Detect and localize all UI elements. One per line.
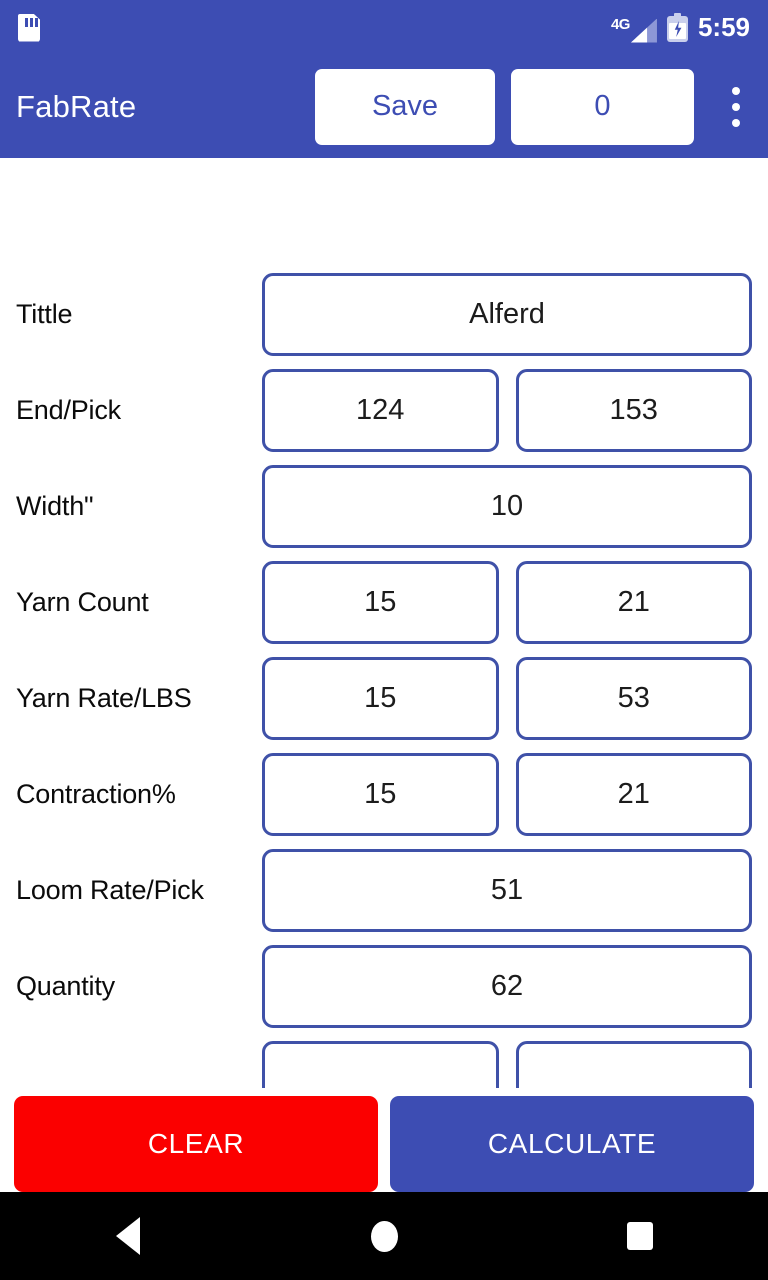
fields-quantity: 62 [262, 944, 752, 1028]
sd-card-icon [18, 13, 40, 42]
action-button-bar: CLEAR CALCULATE [0, 1096, 768, 1192]
fields-yarn-rate: 15 53 [262, 656, 752, 740]
clear-button[interactable]: CLEAR [14, 1096, 378, 1192]
form-row-width: Width" 10 [0, 458, 768, 554]
network-type-label: 4G [610, 15, 631, 33]
form-row-yarn-count: Yarn Count 15 21 [0, 554, 768, 650]
form-row-yarn-rate: Yarn Rate/LBS 15 53 [0, 650, 768, 746]
app-title: FabRate [16, 88, 137, 124]
input-end[interactable]: 124 [262, 368, 499, 452]
home-circle-icon[interactable] [256, 1192, 512, 1280]
label-loom-rate: Loom Rate/Pick [16, 874, 204, 905]
app-bar: FabRate Save 0 [0, 55, 768, 158]
input-partial-right[interactable] [515, 1040, 752, 1088]
input-yarn-rate-weft[interactable]: 53 [515, 656, 752, 740]
form-row-end-pick: End/Pick 124 153 [0, 362, 768, 458]
label-yarn-count: Yarn Count [16, 586, 149, 617]
form-scroll-area[interactable]: Tittle Alferd End/Pick 124 153 Width" 10… [0, 158, 768, 1088]
input-tittle[interactable]: Alferd [262, 272, 752, 356]
status-bar-left [18, 13, 40, 42]
form-row-tittle: Tittle Alferd [0, 266, 768, 362]
fields-contraction: 15 21 [262, 752, 752, 836]
form-row-partial [0, 1034, 768, 1088]
label-end-pick: End/Pick [16, 394, 121, 425]
app-bar-actions: Save 0 [315, 68, 758, 145]
input-yarn-count-warp[interactable]: 15 [262, 560, 499, 644]
fields-partial [262, 1040, 752, 1088]
recent-square-icon[interactable] [512, 1192, 768, 1280]
status-bar: 4G 5:59 [0, 0, 768, 55]
form-row-loom-rate: Loom Rate/Pick 51 [0, 842, 768, 938]
fields-tittle: Alferd [262, 272, 752, 356]
label-tittle: Tittle [16, 298, 73, 329]
label-contraction: Contraction% [16, 778, 176, 809]
signal-bars-icon: 4G [611, 13, 657, 43]
fields-end-pick: 124 153 [262, 368, 752, 452]
input-partial-left[interactable] [262, 1040, 499, 1088]
fields-width: 10 [262, 464, 752, 548]
input-yarn-rate-warp[interactable]: 15 [262, 656, 499, 740]
status-bar-clock: 5:59 [697, 12, 750, 42]
form-row-quantity: Quantity 62 [0, 938, 768, 1034]
fields-loom-rate: 51 [262, 848, 752, 932]
back-triangle-icon[interactable] [0, 1192, 256, 1280]
android-navigation-bar [0, 1192, 768, 1280]
input-contraction-weft[interactable]: 21 [515, 752, 752, 836]
label-width: Width" [16, 490, 94, 521]
fields-yarn-count: 15 21 [262, 560, 752, 644]
label-yarn-rate: Yarn Rate/LBS [16, 682, 192, 713]
input-yarn-count-weft[interactable]: 21 [515, 560, 752, 644]
record-count-button[interactable]: 0 [511, 68, 694, 145]
form-row-contraction: Contraction% 15 21 [0, 746, 768, 842]
calculate-button[interactable]: CALCULATE [390, 1096, 754, 1192]
status-bar-right: 4G 5:59 [611, 12, 750, 43]
save-button[interactable]: Save [315, 68, 495, 145]
input-quantity[interactable]: 62 [262, 944, 752, 1028]
more-vertical-icon[interactable] [714, 69, 758, 145]
label-quantity: Quantity [16, 970, 115, 1001]
input-loom-rate[interactable]: 51 [262, 848, 752, 932]
input-width[interactable]: 10 [262, 464, 752, 548]
battery-charging-icon [666, 13, 688, 42]
app-screen: 4G 5:59 FabRate Save 0 Tittle Alferd End… [0, 0, 768, 1280]
input-contraction-warp[interactable]: 15 [262, 752, 499, 836]
input-pick[interactable]: 153 [515, 368, 752, 452]
